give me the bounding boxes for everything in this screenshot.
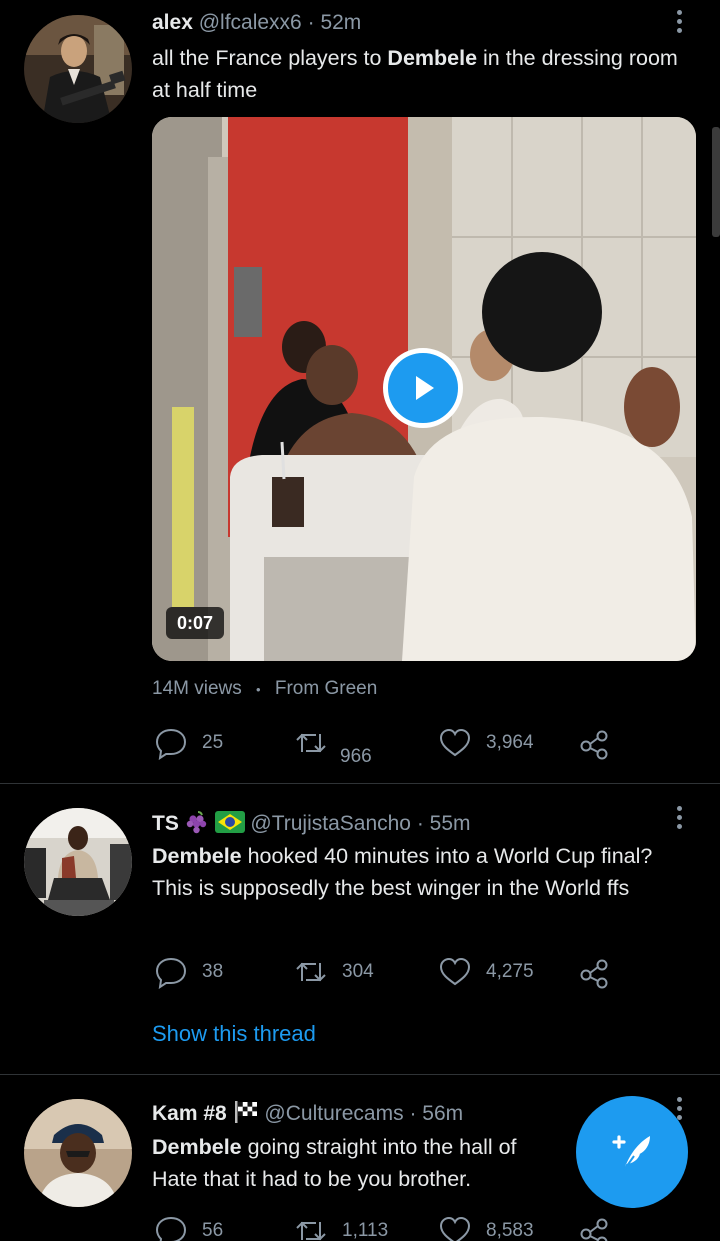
grapes-emoji [186, 811, 206, 834]
tweet-actions: 56 1,113 8,583 [152, 1211, 622, 1241]
avatar[interactable] [24, 15, 132, 123]
tweet-text: Dembele hooked 40 minutes into a World C… [152, 840, 697, 904]
text-bold-segment: Dembele [152, 1135, 242, 1159]
reply-icon [155, 957, 187, 989]
text-bold-segment: Dembele [387, 46, 478, 70]
more-options-icon[interactable] [674, 806, 684, 834]
video-player[interactable]: 0:07 [152, 117, 696, 661]
user-handle[interactable]: @TrujistaSancho [250, 812, 411, 835]
like-button[interactable]: 8,583 [438, 1211, 534, 1241]
tweet-text: all the France players to Dembele in the… [152, 42, 697, 106]
timestamp[interactable]: 52m [320, 11, 361, 34]
avatar[interactable] [24, 1099, 132, 1207]
like-count: 3,964 [486, 732, 534, 753]
video-duration: 0:07 [166, 607, 225, 639]
user-handle[interactable]: @Culturecams [264, 1102, 403, 1125]
tweet-header: alex @lfcalexx6 · 52m [152, 10, 660, 36]
timestamp[interactable]: 55m [430, 812, 471, 835]
compose-tweet-button[interactable] [576, 1096, 688, 1208]
views-separator: • [256, 682, 261, 697]
retweet-button[interactable]: 966 [294, 723, 372, 767]
like-button[interactable]: 4,275 [438, 952, 534, 992]
reply-button[interactable]: 56 [154, 1211, 223, 1241]
retweet-icon [296, 962, 326, 982]
reply-count: 38 [202, 961, 224, 982]
view-count: 14M views [152, 678, 242, 699]
reply-icon [155, 728, 187, 760]
like-count: 8,583 [486, 1220, 534, 1241]
tweet-2[interactable]: TS @TrujistaSancho · 55m Dembele hooked … [0, 784, 720, 1074]
more-options-icon[interactable] [674, 10, 684, 38]
reply-button[interactable]: 25 [154, 723, 223, 763]
text-segment: going straight into the hall of [241, 1135, 517, 1159]
tweet-header: TS @TrujistaSancho · 55m [152, 810, 660, 837]
reply-button[interactable]: 38 [154, 952, 223, 992]
retweet-button[interactable]: 304 [294, 952, 374, 992]
heart-icon [439, 728, 471, 757]
user-handle[interactable]: @lfcalexx6 [199, 11, 302, 34]
retweet-count: 1,113 [342, 1220, 389, 1241]
share-icon [580, 959, 608, 989]
timestamp[interactable]: 56m [422, 1102, 463, 1125]
text-bold-segment: Dembele [152, 844, 242, 868]
retweet-button[interactable]: 1,113 [294, 1211, 388, 1241]
video-source[interactable]: From Green [275, 678, 377, 699]
separator-dot: · [416, 812, 424, 835]
brazil-flag-emoji [214, 811, 245, 833]
heart-icon [439, 957, 471, 986]
reply-icon [155, 1216, 187, 1241]
display-name[interactable]: Kam #8 [152, 1102, 227, 1125]
play-button[interactable] [383, 348, 463, 428]
retweet-icon [296, 1221, 326, 1241]
heart-icon [439, 1216, 471, 1241]
view-count-row: 14M views • From Green [152, 678, 377, 700]
separator-dot: · [307, 11, 315, 34]
like-count: 4,275 [486, 961, 534, 982]
display-name[interactable]: alex [152, 11, 193, 34]
share-button[interactable] [577, 723, 611, 763]
text-segment: all the France players to [152, 46, 388, 70]
tweet-1[interactable]: alex @lfcalexx6 · 52m all the France pla… [0, 0, 720, 783]
avatar[interactable] [24, 808, 132, 916]
compose-feather-icon [612, 1135, 650, 1171]
share-button[interactable] [577, 952, 611, 992]
checkered-flag-emoji [234, 1101, 257, 1123]
play-icon [416, 376, 434, 400]
display-name[interactable]: TS [152, 812, 179, 835]
tweet-actions: 25 966 3,964 [152, 723, 622, 767]
retweet-icon [296, 733, 326, 753]
scrollbar-thumb[interactable] [712, 127, 720, 237]
tweet-actions: 38 304 4,275 [152, 952, 622, 992]
share-button[interactable] [577, 1211, 611, 1241]
show-thread-link[interactable]: Show this thread [152, 1021, 316, 1047]
retweet-count: 304 [342, 961, 374, 982]
share-icon [580, 1218, 608, 1241]
share-icon [580, 730, 608, 760]
like-button[interactable]: 3,964 [438, 723, 534, 763]
retweet-count: 966 [340, 746, 372, 767]
reply-count: 25 [202, 732, 224, 753]
reply-count: 56 [202, 1220, 224, 1241]
separator-dot: · [409, 1102, 417, 1125]
text-segment: Hate that it had to be you brother. [152, 1167, 472, 1191]
